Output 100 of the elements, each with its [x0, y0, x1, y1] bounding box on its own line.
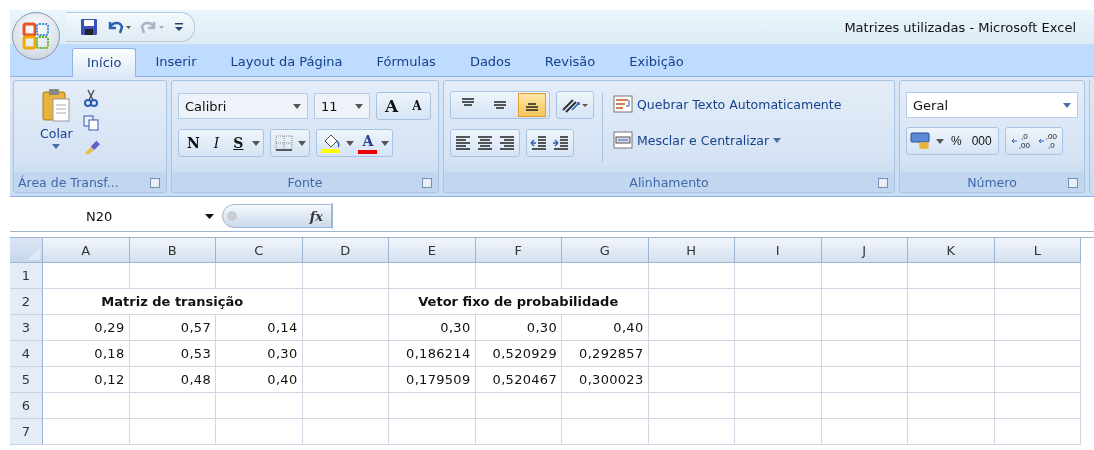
table-cell[interactable]	[994, 419, 1081, 445]
fill-bucket-icon[interactable]	[320, 133, 343, 153]
row-header[interactable]: 7	[10, 419, 43, 445]
table-cell[interactable]: 0,18	[43, 341, 130, 367]
table-cell[interactable]: Vetor fixo de probabilidade	[389, 289, 649, 315]
customize-caret-icon[interactable]	[174, 20, 184, 34]
table-cell[interactable]: 0,292857	[562, 341, 649, 367]
table-cell[interactable]	[562, 393, 649, 419]
table-cell[interactable]	[735, 289, 822, 315]
table-cell[interactable]	[648, 341, 735, 367]
number-format-field[interactable]: Geral	[906, 92, 1078, 118]
align-center-icon[interactable]	[476, 135, 494, 151]
decrease-indent-icon[interactable]	[530, 135, 548, 151]
select-all-corner[interactable]	[10, 238, 43, 263]
table-cell[interactable]	[821, 367, 908, 393]
table-cell[interactable]	[648, 393, 735, 419]
table-cell[interactable]	[735, 419, 822, 445]
row-header[interactable]: 2	[10, 289, 43, 315]
table-cell[interactable]: 0,53	[129, 341, 216, 367]
table-cell[interactable]: 0,14	[216, 315, 303, 341]
table-cell[interactable]	[908, 419, 995, 445]
table-cell[interactable]	[908, 289, 995, 315]
increase-indent-icon[interactable]	[552, 135, 570, 151]
row-header[interactable]: 6	[10, 393, 43, 419]
table-cell[interactable]	[302, 419, 389, 445]
percent-button[interactable]: %	[948, 129, 965, 153]
table-cell[interactable]: Matriz de transição	[43, 289, 303, 315]
table-cell[interactable]: 0,520929	[475, 341, 562, 367]
caret-icon[interactable]	[381, 140, 390, 146]
table-cell[interactable]	[821, 263, 908, 289]
table-cell[interactable]	[302, 367, 389, 393]
table-cell[interactable]: 0,57	[129, 315, 216, 341]
borders-icon[interactable]	[274, 134, 295, 152]
table-cell[interactable]: 0,300023	[562, 367, 649, 393]
table-cell[interactable]	[735, 315, 822, 341]
orientation-icon[interactable]	[560, 96, 590, 114]
table-cell[interactable]	[389, 263, 476, 289]
table-cell[interactable]: 0,40	[216, 367, 303, 393]
table-cell[interactable]	[908, 341, 995, 367]
table-cell[interactable]	[562, 419, 649, 445]
grow-font-button[interactable]: A	[380, 94, 404, 118]
font-size-field[interactable]: 11	[314, 93, 370, 119]
table-cell[interactable]	[735, 367, 822, 393]
align-right-icon[interactable]	[498, 135, 516, 151]
table-cell[interactable]: 0,48	[129, 367, 216, 393]
table-cell[interactable]	[994, 393, 1081, 419]
table-cell[interactable]	[821, 315, 908, 341]
caret-icon[interactable]	[298, 140, 307, 146]
column-header[interactable]: K	[908, 238, 995, 263]
table-cell[interactable]	[129, 419, 216, 445]
table-cell[interactable]	[475, 263, 562, 289]
dialog-launcher-icon[interactable]	[422, 178, 432, 188]
table-cell[interactable]	[389, 419, 476, 445]
table-cell[interactable]: 0,179509	[389, 367, 476, 393]
merge-center-button[interactable]: Mesclar e Centralizar	[611, 127, 844, 153]
table-cell[interactable]: 0,40	[562, 315, 649, 341]
column-header[interactable]: A	[43, 238, 130, 263]
table-cell[interactable]	[908, 393, 995, 419]
table-cell[interactable]	[475, 419, 562, 445]
table-cell[interactable]	[648, 315, 735, 341]
table-cell[interactable]	[216, 419, 303, 445]
column-header[interactable]: J	[821, 238, 908, 263]
ribbon-tab[interactable]: Dados	[454, 47, 526, 76]
scissors-icon[interactable]	[82, 89, 99, 107]
table-cell[interactable]	[821, 289, 908, 315]
table-cell[interactable]	[994, 341, 1081, 367]
table-cell[interactable]	[821, 393, 908, 419]
ribbon-tab[interactable]: Layout da Página	[215, 47, 358, 76]
table-cell[interactable]	[994, 289, 1081, 315]
table-cell[interactable]	[821, 419, 908, 445]
table-cell[interactable]	[302, 263, 389, 289]
table-cell[interactable]	[389, 393, 476, 419]
table-cell[interactable]	[129, 393, 216, 419]
shrink-font-button[interactable]: A	[407, 94, 427, 118]
table-cell[interactable]	[43, 393, 130, 419]
table-cell[interactable]	[562, 263, 649, 289]
table-cell[interactable]	[648, 263, 735, 289]
ribbon-tab[interactable]: Exibição	[614, 47, 699, 76]
copy-icon[interactable]	[82, 115, 99, 131]
column-header[interactable]: H	[648, 238, 735, 263]
decrease-decimal-button[interactable]: ,00 ,0	[1035, 129, 1059, 153]
ribbon-tab[interactable]: Inserir	[140, 47, 212, 76]
table-cell[interactable]	[994, 263, 1081, 289]
table-cell[interactable]	[302, 315, 389, 341]
office-button[interactable]	[12, 12, 60, 60]
ribbon-tab[interactable]: Fórmulas	[361, 47, 451, 76]
name-box[interactable]: N20	[10, 203, 222, 229]
caret-icon[interactable]	[252, 140, 261, 146]
underline-button[interactable]: S	[228, 131, 249, 155]
column-header[interactable]: B	[129, 238, 216, 263]
table-cell[interactable]	[908, 367, 995, 393]
table-cell[interactable]	[302, 393, 389, 419]
table-cell[interactable]	[908, 263, 995, 289]
column-header[interactable]: F	[475, 238, 562, 263]
table-cell[interactable]	[216, 263, 303, 289]
dialog-launcher-icon[interactable]	[878, 178, 888, 188]
table-cell[interactable]	[302, 289, 389, 315]
row-header[interactable]: 1	[10, 263, 43, 289]
table-cell[interactable]	[43, 263, 130, 289]
column-header[interactable]: D	[302, 238, 389, 263]
